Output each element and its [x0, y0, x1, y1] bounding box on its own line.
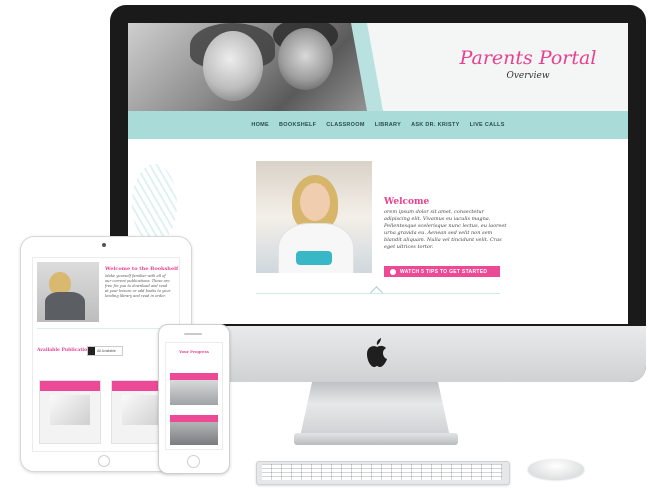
keyboard-keys [262, 464, 502, 480]
hero-photo [128, 23, 378, 111]
phone-speaker [184, 333, 202, 335]
main-nav: HOME BOOKSHELF CLASSROOM LIBRARY ASK DR.… [128, 111, 628, 139]
filter-label: All Available [97, 349, 116, 353]
fern-decoration [132, 164, 177, 244]
mouse [528, 459, 584, 479]
child-face [278, 28, 333, 90]
book-image [122, 395, 162, 425]
book-image [50, 395, 90, 425]
portrait-body [278, 223, 354, 273]
filter-swatch [88, 347, 95, 355]
watch-tips-label: WATCH 5 TIPS TO GET STARTED [400, 268, 488, 275]
desktop-screen: Parents Portal Overview HOME BOOKSHELF C… [128, 23, 628, 324]
hero-banner: Parents Portal Overview [128, 23, 628, 111]
welcome-text: orem ipsum dolor sit amet, consectetur a… [384, 209, 507, 250]
bookshelf-text: Make yourself familiar with all of our c… [105, 274, 171, 298]
card-banner [170, 415, 218, 422]
portrait-face [300, 183, 330, 221]
phone-home-button [187, 455, 200, 468]
nav-item-library[interactable]: LIBRARY [375, 122, 401, 128]
watch-tips-button[interactable]: WATCH 5 TIPS TO GET STARTED [384, 266, 500, 277]
chevron-up-icon [370, 286, 383, 299]
card-banner [40, 381, 100, 391]
child-face [203, 31, 263, 101]
card-banner [170, 373, 218, 380]
page-subtitle: Overview [506, 71, 550, 81]
portrait-mug [296, 251, 332, 265]
nav-item-live-calls[interactable]: LIVE CALLS [470, 122, 505, 128]
nav-item-ask-dr-kristy[interactable]: ASK DR. KRISTY [411, 122, 460, 128]
welcome-section: Welcome orem ipsum dolor sit amet, conse… [128, 139, 628, 324]
divider [37, 328, 175, 329]
play-icon [390, 268, 396, 275]
photo-body [45, 292, 85, 320]
welcome-heading: Welcome [384, 197, 430, 207]
apple-logo-icon [367, 338, 387, 367]
phone-screen: Your Progress [165, 342, 223, 450]
available-publications-heading: Available Publications [37, 348, 93, 353]
nav-item-classroom[interactable]: CLASSROOM [326, 122, 364, 128]
bookshelf-photo [37, 262, 99, 322]
bookshelf-heading: Welcome to the Bookshelf [105, 266, 179, 272]
host-portrait [256, 161, 372, 273]
tablet-camera [102, 243, 106, 247]
progress-heading: Your Progress [179, 349, 209, 354]
tablet-home-button [98, 455, 110, 467]
publications-filter[interactable]: All Available [87, 346, 123, 356]
nav-item-home[interactable]: HOME [251, 122, 269, 128]
page-title: Parents Portal [459, 47, 597, 69]
imac-foot [294, 433, 458, 445]
nav-item-bookshelf[interactable]: BOOKSHELF [279, 122, 316, 128]
publication-card[interactable] [39, 380, 101, 444]
imac-stand [300, 382, 450, 437]
